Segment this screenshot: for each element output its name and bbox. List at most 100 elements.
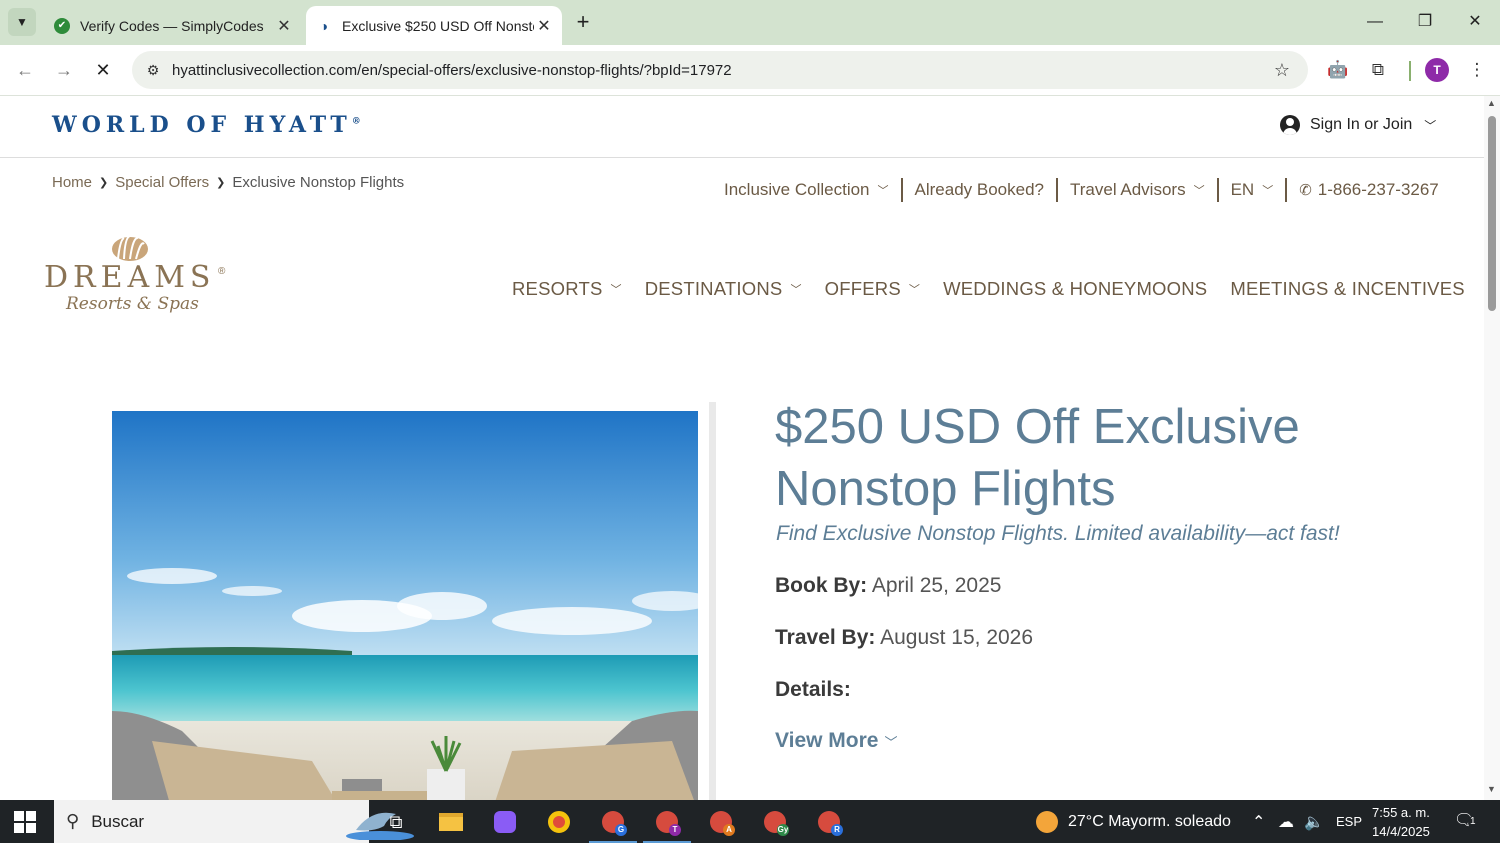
chevron-right-icon: ❯ xyxy=(99,177,109,189)
taskbar-clock[interactable]: 7:55 a. m. 14/4/2025 xyxy=(1372,803,1430,841)
close-tab-icon[interactable]: ✕ xyxy=(274,16,294,36)
chrome-profile-t-icon[interactable]: T xyxy=(643,806,691,843)
profile-badge: R xyxy=(831,824,843,836)
sign-in-menu[interactable]: Sign In or Join ﹀ xyxy=(1280,115,1436,135)
profile-avatar[interactable]: T xyxy=(1425,58,1449,82)
onedrive-cloud-icon[interactable]: ☁ xyxy=(1278,800,1294,843)
already-booked-link[interactable]: Already Booked? xyxy=(915,180,1044,200)
chevron-down-icon: ﹀ xyxy=(877,185,889,197)
show-hidden-icons-icon[interactable]: ⌃ xyxy=(1252,800,1265,843)
chrome-profile-r-icon[interactable]: R xyxy=(813,806,845,838)
extension-robot-icon[interactable]: 🤖 xyxy=(1325,57,1351,83)
bookmark-star-icon[interactable]: ☆ xyxy=(1270,60,1294,81)
chevron-down-icon: ﹀ xyxy=(790,284,802,296)
language-label: EN xyxy=(1230,180,1255,199)
weather-widget[interactable]: 27°C Mayorm. soleado xyxy=(1036,800,1231,843)
offer-title: $250 USD Off Exclusive Nonstop Flights xyxy=(775,400,1300,516)
chevron-down-icon: ﹀ xyxy=(1262,185,1274,197)
hyatt-favicon-icon: ◑ xyxy=(316,17,332,34)
tab-search-button[interactable]: ▼ xyxy=(8,8,36,36)
back-arrow-icon[interactable]: ← xyxy=(11,56,39,84)
close-tab-icon[interactable]: ✕ xyxy=(534,16,554,36)
clock-time: 7:55 a. m. xyxy=(1372,805,1430,820)
breadcrumb-special-offers[interactable]: Special Offers xyxy=(115,174,209,191)
url-text[interactable]: hyattinclusivecollection.com/en/special-… xyxy=(172,62,1270,79)
toolbar-divider xyxy=(1409,61,1411,81)
scroll-down-icon[interactable]: ▼ xyxy=(1487,784,1496,794)
scroll-up-icon[interactable]: ▲ xyxy=(1487,98,1496,108)
chrome-icon[interactable] xyxy=(543,806,575,838)
restore-window-icon[interactable]: ❐ xyxy=(1410,8,1440,36)
more-menu-icon[interactable]: ⋮ xyxy=(1464,57,1490,83)
nav-weddings-label: WEDDINGS & HONEYMOONS xyxy=(943,278,1208,299)
dreams-subtitle: Resorts & Spas xyxy=(66,294,199,314)
forward-arrow-icon[interactable]: → xyxy=(50,56,78,84)
inclusive-collection-menu[interactable]: Inclusive Collection ﹀ xyxy=(724,180,889,200)
details-label: Details: xyxy=(775,678,851,701)
windows-start-icon[interactable] xyxy=(14,811,36,833)
clock-date: 14/4/2025 xyxy=(1372,824,1430,839)
world-of-hyatt-logo[interactable]: WORLD OF HYATT® xyxy=(52,112,361,138)
notification-count: 1 xyxy=(1468,816,1478,827)
registered-mark: ® xyxy=(218,266,226,277)
taskbar-search-box[interactable]: ⚲ Buscar xyxy=(54,800,414,843)
chevron-down-icon: ﹀ xyxy=(1193,185,1205,197)
profile-badge: Gy xyxy=(777,824,789,836)
page-scrollbar[interactable]: ▲ ▼ xyxy=(1484,96,1500,800)
weather-text: 27°C Mayorm. soleado xyxy=(1068,812,1231,830)
copilot-icon[interactable] xyxy=(489,806,521,838)
details-row: Details: xyxy=(775,678,851,702)
nav-offers[interactable]: OFFERS ﹀ xyxy=(825,278,920,300)
scrollbar-thumb[interactable] xyxy=(1488,116,1496,311)
close-window-icon[interactable]: ✕ xyxy=(1460,8,1490,36)
phone-link[interactable]: ✆ 1-866-237-3267 xyxy=(1299,180,1439,200)
travel-by-label: Travel By: xyxy=(775,626,876,649)
site-settings-icon[interactable]: ⚙ xyxy=(142,62,164,79)
extensions-puzzle-icon[interactable]: ⧉ xyxy=(1365,57,1391,83)
input-language-indicator[interactable]: ESP xyxy=(1336,800,1362,843)
nav-destinations[interactable]: DESTINATIONS ﹀ xyxy=(645,278,802,300)
main-nav: RESORTS ﹀ DESTINATIONS ﹀ OFFERS ﹀ WEDDIN… xyxy=(512,278,1465,300)
chrome-profile-a-icon[interactable]: A xyxy=(705,806,737,838)
nav-weddings[interactable]: WEDDINGS & HONEYMOONS xyxy=(943,278,1207,300)
view-more-button[interactable]: View More ﹀ xyxy=(775,729,898,753)
brand-name: WORLD OF HYATT xyxy=(52,112,352,138)
stop-loading-icon[interactable]: ✕ xyxy=(89,56,117,84)
chrome-profile-g-icon[interactable]: G xyxy=(589,806,637,843)
browser-tab-hyatt[interactable]: ◑ Exclusive $250 USD Off Nonsto ✕ xyxy=(306,6,562,45)
chrome-profile-gy-icon[interactable]: Gy xyxy=(759,806,791,838)
nav-destinations-label: DESTINATIONS xyxy=(644,278,783,299)
nav-offers-label: OFFERS xyxy=(824,278,901,299)
beach-scene-illustration xyxy=(112,411,698,800)
chevron-right-icon: ❯ xyxy=(216,177,226,189)
new-tab-button[interactable]: + xyxy=(570,10,596,36)
address-bar[interactable]: ⚙ hyattinclusivecollection.com/en/specia… xyxy=(132,51,1308,89)
chevron-down-icon: ﹀ xyxy=(1424,118,1437,133)
profile-badge: A xyxy=(723,824,735,836)
notifications-icon[interactable]: 🗨 1 xyxy=(1454,810,1480,834)
breadcrumb-home[interactable]: Home xyxy=(52,174,92,191)
phone-icon: ✆ xyxy=(1299,182,1312,199)
file-explorer-icon[interactable] xyxy=(435,806,467,838)
dreams-resorts-logo[interactable]: DREAMS ® Resorts & Spas xyxy=(44,230,234,320)
travel-advisors-menu[interactable]: Travel Advisors ﹀ xyxy=(1070,180,1205,200)
volume-icon[interactable]: 🔈 xyxy=(1304,800,1324,843)
travel-by-value: August 15, 2026 xyxy=(880,626,1034,649)
nav-meetings[interactable]: MEETINGS & INCENTIVES xyxy=(1230,278,1464,300)
travel-by-row: Travel By: August 15, 2026 xyxy=(775,626,1033,650)
offer-subtitle: Find Exclusive Nonstop Flights. Limited … xyxy=(776,522,1340,545)
profile-badge: G xyxy=(615,824,627,836)
nav-resorts[interactable]: RESORTS ﹀ xyxy=(512,278,622,300)
registered-mark: ® xyxy=(351,116,361,127)
shell-logo-icon xyxy=(112,235,148,261)
minimize-window-icon[interactable]: — xyxy=(1360,8,1390,36)
chevron-down-icon: ﹀ xyxy=(884,734,898,750)
nav-meetings-label: MEETINGS & INCENTIVES xyxy=(1230,278,1465,299)
task-view-icon[interactable]: ⧉ xyxy=(380,806,412,838)
language-selector[interactable]: EN ﹀ xyxy=(1231,180,1274,200)
browser-tab-simplycodes[interactable]: ✔ Verify Codes — SimplyCodes ✕ xyxy=(44,6,302,45)
chevron-down-icon: ﹀ xyxy=(610,284,622,296)
hyatt-header: WORLD OF HYATT® Sign In or Join ﹀ xyxy=(0,96,1484,158)
offer-hero-image xyxy=(112,411,698,800)
browser-toolbar: ← → ✕ ⚙ hyattinclusivecollection.com/en/… xyxy=(0,45,1500,96)
